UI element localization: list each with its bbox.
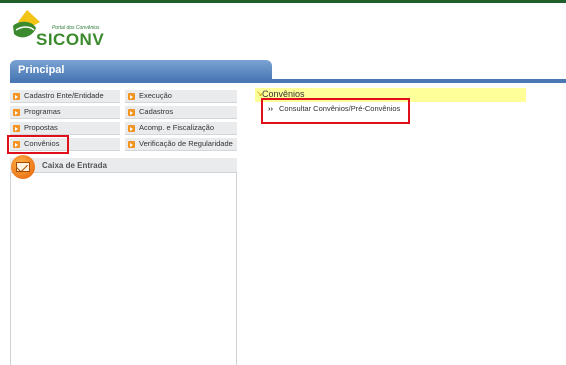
menu-item-label: Propostas [24,123,58,132]
menu-item-execucao[interactable]: Execução [125,90,237,103]
arrow-right-icon [128,109,135,116]
highlight-box-convenios [7,135,69,154]
menu-item-label: Cadastro Ente/Entidade [24,91,104,100]
arrow-right-icon [128,93,135,100]
menu-item-label: Programas [24,107,61,116]
principal-tab[interactable]: Principal [10,60,272,80]
inbox-header[interactable]: Caixa de Entrada [10,158,237,173]
menu-item-cadastro-ente[interactable]: Cadastro Ente/Entidade [10,90,120,103]
arrow-right-icon [128,125,135,132]
siconv-logo[interactable]: Portal dos Convênios SICONV [10,8,110,54]
menu-item-label: Acomp. e Fiscalização [139,123,215,132]
inbox-title: Caixa de Entrada [42,161,107,170]
top-border [0,0,566,3]
principal-divider [10,79,566,83]
menu-item-acomp-fiscalizacao[interactable]: Acomp. e Fiscalização [125,122,237,135]
logo-brand: SICONV [36,30,105,49]
highlight-box-consultar [261,98,410,124]
principal-title: Principal [18,64,65,76]
menu-item-label: Verificação de Regularidade [139,139,233,148]
menu-item-label: Execução [139,91,172,100]
arrow-right-icon [13,109,20,116]
menu-item-programas[interactable]: Programas [10,106,120,119]
inbox-panel [10,172,237,365]
arrow-right-icon [13,125,20,132]
menu-item-cadastros[interactable]: Cadastros [125,106,237,119]
menu-item-propostas[interactable]: Propostas [10,122,120,135]
arrow-right-icon [13,93,20,100]
menu-item-label: Cadastros [139,107,174,116]
arrow-right-icon [128,141,135,148]
menu-item-verificacao-regularidade[interactable]: Verificação de Regularidade [125,138,237,151]
